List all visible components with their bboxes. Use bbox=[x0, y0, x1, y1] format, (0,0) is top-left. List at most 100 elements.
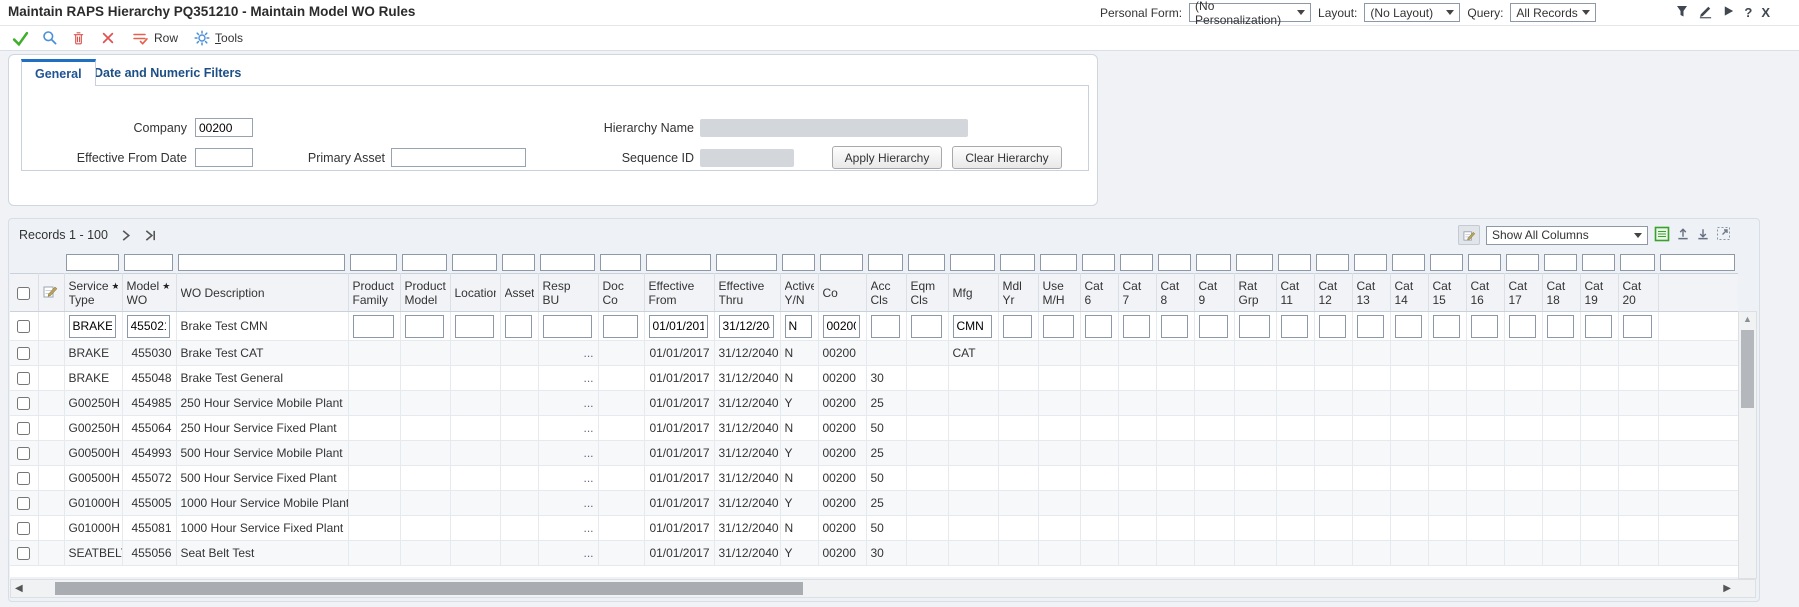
grid-cell-cat12[interactable] bbox=[1314, 312, 1352, 341]
grid-cell-acc_cls[interactable]: 50 bbox=[866, 466, 906, 491]
column-header-cat6[interactable]: Cat6 bbox=[1080, 274, 1118, 312]
grid-cell-cat12[interactable] bbox=[1314, 366, 1352, 391]
grid-cell-cat8[interactable] bbox=[1156, 312, 1194, 341]
grid-cell-wo_description[interactable]: 500 Hour Service Fixed Plant bbox=[176, 466, 348, 491]
column-header-mdl_yr[interactable]: MdlYr bbox=[998, 274, 1038, 312]
grid-cell-product_family[interactable] bbox=[348, 516, 400, 541]
grid-cell-cat7[interactable] bbox=[1118, 516, 1156, 541]
grid-cell-cat9[interactable] bbox=[1194, 312, 1234, 341]
grid-cell-product_model[interactable] bbox=[400, 441, 450, 466]
grid-cell-acc_cls[interactable]: 30 bbox=[866, 541, 906, 566]
grid-cell-product_model[interactable] bbox=[400, 341, 450, 366]
grid-cell-cat14[interactable] bbox=[1390, 441, 1428, 466]
grid-cell-doc_co[interactable] bbox=[598, 312, 644, 341]
grid-cell-cat16[interactable] bbox=[1466, 491, 1504, 516]
grid-cell-asset[interactable] bbox=[500, 466, 538, 491]
grid-cell-location[interactable] bbox=[450, 341, 500, 366]
grid-cell-cat19[interactable] bbox=[1580, 391, 1618, 416]
grid-cell-cat17[interactable] bbox=[1504, 341, 1542, 366]
grid-cell-effective_from[interactable]: 01/01/2017 bbox=[644, 491, 714, 516]
column-header-mfg[interactable]: Mfg bbox=[948, 274, 998, 312]
grid-cell-co[interactable]: 00200 bbox=[818, 341, 866, 366]
column-header-eqm_cls[interactable]: EqmCls bbox=[906, 274, 948, 312]
cell-input-service_type[interactable] bbox=[69, 315, 116, 338]
grid-cell-cat17[interactable] bbox=[1504, 312, 1542, 341]
filter-input-cat12[interactable] bbox=[1316, 254, 1349, 271]
grid-cell-mdl_yr[interactable] bbox=[998, 312, 1038, 341]
column-header-cat12[interactable]: Cat12 bbox=[1314, 274, 1352, 312]
grid-cell-model_wo[interactable]: 454985 bbox=[122, 391, 176, 416]
column-header-cat11[interactable]: Cat11 bbox=[1276, 274, 1314, 312]
grid-cell-location[interactable] bbox=[450, 491, 500, 516]
grid-cell-cat15[interactable] bbox=[1428, 312, 1466, 341]
grid-cell-product_family[interactable] bbox=[348, 466, 400, 491]
column-header-cat14[interactable]: Cat14 bbox=[1390, 274, 1428, 312]
grid-vertical-scrollbar[interactable]: ▲ bbox=[1738, 311, 1757, 579]
grid-cell-filler[interactable] bbox=[1658, 366, 1738, 391]
grid-cell-active_yn[interactable]: N bbox=[780, 516, 818, 541]
grid-cell-co[interactable]: 00200 bbox=[818, 366, 866, 391]
scroll-right-icon[interactable]: ▶ bbox=[1723, 583, 1731, 594]
grid-cell-cat7[interactable] bbox=[1118, 466, 1156, 491]
grid-cell-cat20[interactable] bbox=[1618, 391, 1658, 416]
grid-cell-eqm_cls[interactable] bbox=[906, 416, 948, 441]
row-checkbox[interactable] bbox=[17, 522, 30, 535]
find-button[interactable] bbox=[35, 27, 64, 49]
grid-cell-cat14[interactable] bbox=[1390, 516, 1428, 541]
delete-button[interactable] bbox=[64, 27, 93, 49]
visual-assist-ellipsis[interactable]: ... bbox=[583, 496, 593, 510]
customize-grid-header[interactable] bbox=[38, 274, 64, 312]
grid-cell-co[interactable]: 00200 bbox=[818, 441, 866, 466]
grid-cell-cat7[interactable] bbox=[1118, 366, 1156, 391]
visual-assist-ellipsis[interactable]: ... bbox=[583, 471, 593, 485]
grid-cell-cat6[interactable] bbox=[1080, 516, 1118, 541]
filter-input-acc_cls[interactable] bbox=[868, 254, 903, 271]
grid-cell-service_type[interactable]: G01000H bbox=[64, 516, 122, 541]
grid-cell-resp_bu[interactable]: ... bbox=[538, 466, 598, 491]
column-header-product_model[interactable]: ProductModel bbox=[400, 274, 450, 312]
cell-input-cat6[interactable] bbox=[1085, 315, 1112, 338]
visual-assist-ellipsis[interactable]: ... bbox=[583, 421, 593, 435]
grid-cell-effective_from[interactable]: 01/01/2017 bbox=[644, 441, 714, 466]
grid-cell-asset[interactable] bbox=[500, 312, 538, 341]
grid-cell-mfg[interactable]: CAT bbox=[948, 341, 998, 366]
filter-input-effective_thru[interactable] bbox=[716, 254, 777, 271]
grid-cell-doc_co[interactable] bbox=[598, 341, 644, 366]
filter-input-cat13[interactable] bbox=[1354, 254, 1387, 271]
vertical-scroll-thumb[interactable] bbox=[1741, 330, 1754, 408]
grid-cell-product_family[interactable] bbox=[348, 312, 400, 341]
grid-cell-wo_description[interactable]: 250 Hour Service Fixed Plant bbox=[176, 416, 348, 441]
effective-from-date-input[interactable] bbox=[195, 148, 253, 167]
cell-input-mdl_yr[interactable] bbox=[1003, 315, 1032, 338]
grid-cell-cat11[interactable] bbox=[1276, 366, 1314, 391]
company-input[interactable] bbox=[195, 118, 253, 137]
grid-cell-cat13[interactable] bbox=[1352, 541, 1390, 566]
grid-cell-cat13[interactable] bbox=[1352, 341, 1390, 366]
grid-cell-resp_bu[interactable]: ... bbox=[538, 491, 598, 516]
grid-cell-doc_co[interactable] bbox=[598, 541, 644, 566]
column-header-cat19[interactable]: Cat19 bbox=[1580, 274, 1618, 312]
grid-cell-cat18[interactable] bbox=[1542, 541, 1580, 566]
grid-cell-model_wo[interactable]: 455048 bbox=[122, 366, 176, 391]
filter-input-cat14[interactable] bbox=[1392, 254, 1425, 271]
grid-cell-cat20[interactable] bbox=[1618, 466, 1658, 491]
grid-cell-doc_co[interactable] bbox=[598, 366, 644, 391]
grid-cell-asset[interactable] bbox=[500, 341, 538, 366]
grid-cell-acc_cls[interactable]: 50 bbox=[866, 416, 906, 441]
grid-cell-asset[interactable] bbox=[500, 541, 538, 566]
help-icon[interactable]: ? bbox=[1744, 6, 1752, 19]
grid-cell-product_model[interactable] bbox=[400, 516, 450, 541]
grid-cell-cat20[interactable] bbox=[1618, 541, 1658, 566]
grid-cell-active_yn[interactable]: Y bbox=[780, 391, 818, 416]
filter-input-doc_co[interactable] bbox=[600, 254, 641, 271]
grid-cell-cat15[interactable] bbox=[1428, 441, 1466, 466]
grid-cell-cat14[interactable] bbox=[1390, 341, 1428, 366]
grid-cell-cat18[interactable] bbox=[1542, 391, 1580, 416]
grid-cell-effective_from[interactable]: 01/01/2017 bbox=[644, 466, 714, 491]
column-header-active_yn[interactable]: ActiveY/N bbox=[780, 274, 818, 312]
grid-cell-eqm_cls[interactable] bbox=[906, 466, 948, 491]
grid-cell-active_yn[interactable]: N bbox=[780, 341, 818, 366]
grid-cell-filler[interactable] bbox=[1658, 516, 1738, 541]
cell-input-effective_from[interactable] bbox=[649, 315, 708, 338]
filter-input-cat17[interactable] bbox=[1506, 254, 1539, 271]
